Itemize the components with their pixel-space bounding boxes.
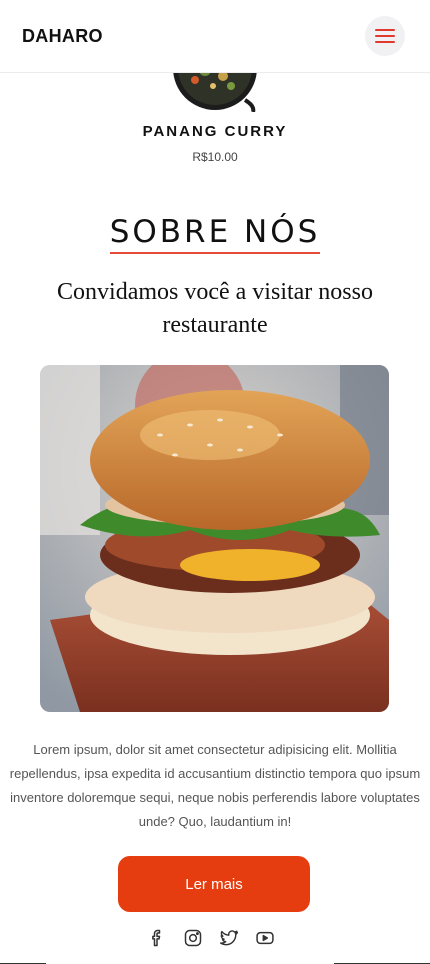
- section-description: Lorem ipsum, dolor sit amet consectetur …: [9, 742, 421, 829]
- hamburger-icon: [375, 29, 395, 43]
- facebook-icon[interactable]: [146, 927, 168, 949]
- read-more-button[interactable]: Ler mais: [118, 856, 310, 912]
- social-links: [146, 927, 286, 949]
- section-title: SOBRE NÓS: [109, 214, 321, 254]
- dish-name: PANANG CURRY: [142, 123, 288, 140]
- dish-price: R$10.00: [192, 150, 238, 164]
- youtube-icon[interactable]: [254, 927, 276, 949]
- instagram-icon[interactable]: [182, 927, 204, 949]
- section-subtitle: Convidamos você a visitar nosso restaura…: [57, 279, 373, 338]
- menu-button[interactable]: [365, 16, 405, 56]
- section-title-wrapper: SOBRE NÓS: [0, 214, 430, 254]
- top-navbar: DAHARO: [0, 0, 430, 73]
- brand-logo[interactable]: DAHARO: [22, 26, 103, 47]
- twitter-icon[interactable]: [218, 927, 240, 949]
- burger-photo: [40, 365, 389, 712]
